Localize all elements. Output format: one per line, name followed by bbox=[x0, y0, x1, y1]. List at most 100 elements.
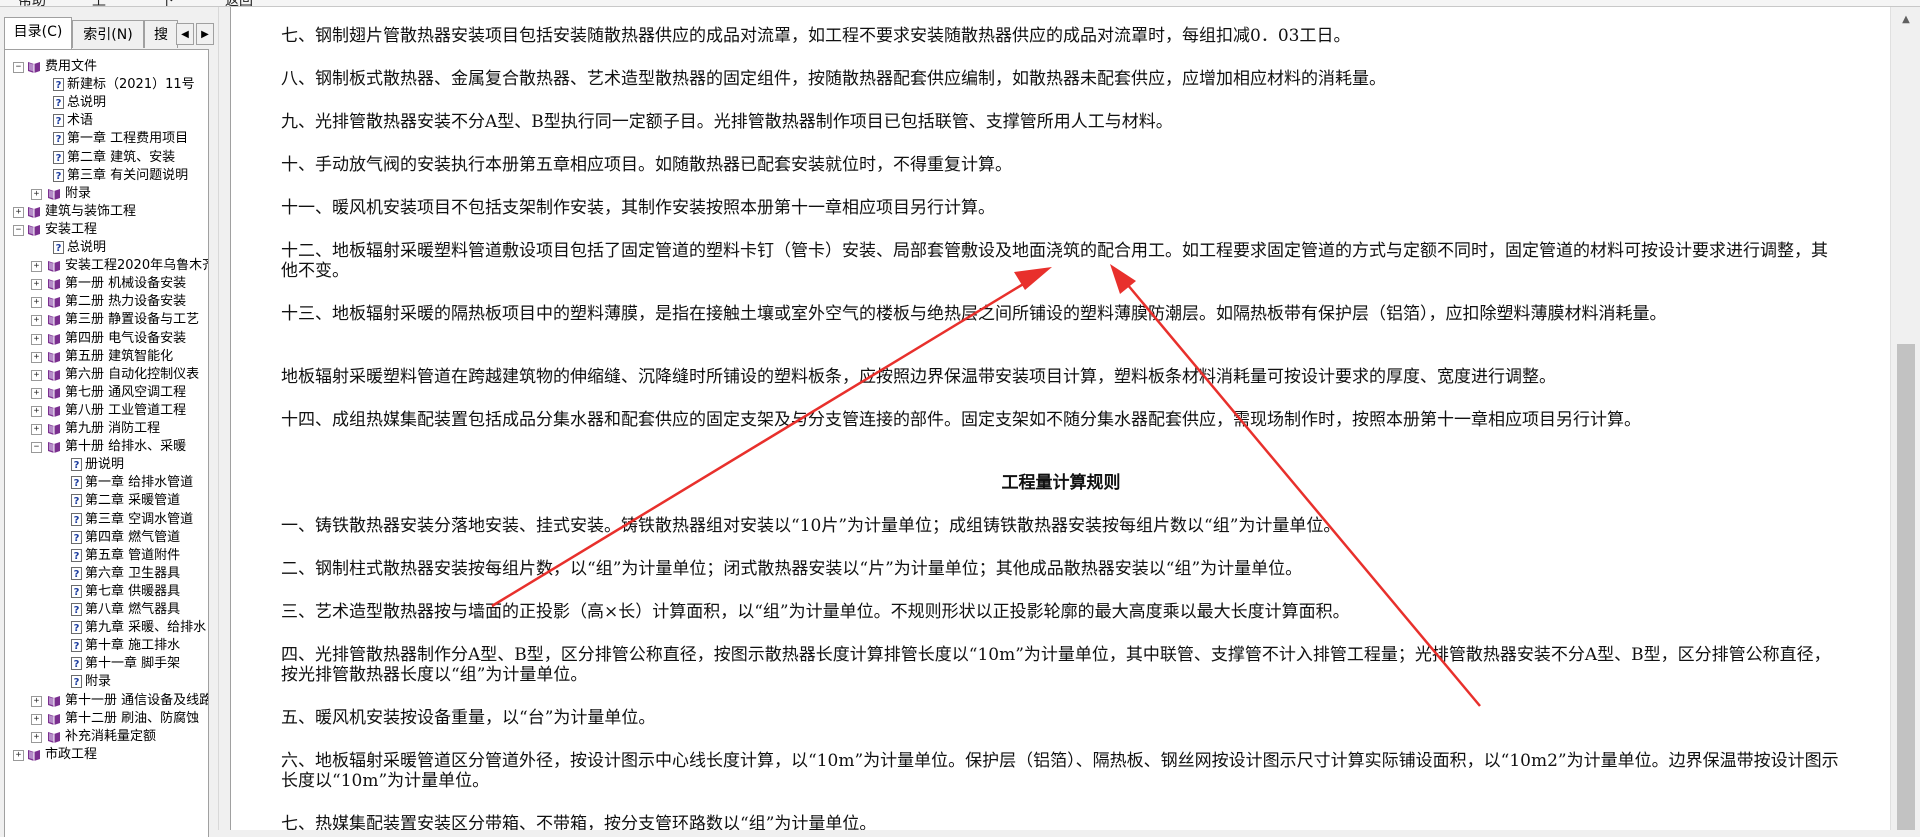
tree-item[interactable]: + 第八册 工业管道工程 bbox=[5, 402, 208, 420]
expand-icon[interactable]: + bbox=[31, 405, 42, 417]
tree-item[interactable]: + 附录 bbox=[5, 185, 208, 203]
tree-item[interactable]: ? 第三章 空调水管道 bbox=[5, 511, 208, 529]
tree-item[interactable]: − 费用文件 bbox=[5, 58, 208, 76]
tree-item-label: 第五册 建筑智能化 bbox=[65, 348, 174, 364]
vertical-scrollbar[interactable]: ▲ bbox=[1890, 7, 1920, 830]
book-icon bbox=[47, 404, 61, 417]
tree-item[interactable]: ? 册说明 bbox=[5, 456, 208, 474]
tree-item[interactable]: ? 第四章 燃气管道 bbox=[5, 529, 208, 547]
tree-item[interactable]: ? 第十章 施工排水 bbox=[5, 637, 208, 655]
scrollbar-thumb[interactable] bbox=[1897, 344, 1915, 830]
paragraph: 七、钢制翅片管散热器安装项目包括安装随散热器供应的成品对流罩，如工程不要求安装随… bbox=[281, 26, 1351, 46]
book-icon bbox=[27, 223, 41, 236]
tree-item-label: 第四册 电气设备安装 bbox=[65, 330, 187, 346]
tree-item[interactable]: ? 第八章 燃气器具 bbox=[5, 601, 208, 619]
tree-item[interactable]: − 安装工程 bbox=[5, 221, 208, 239]
menu-item-back[interactable]: 返回 bbox=[225, 0, 253, 6]
scroll-up-arrow-icon[interactable]: ▲ bbox=[1891, 7, 1920, 33]
help-topic-icon: ? bbox=[53, 168, 64, 182]
tree-item[interactable]: ? 第三章 有关问题说明 bbox=[5, 167, 208, 185]
contents-tree: − 费用文件? 新建标（2021）11号? 总说明? 术语? 第一章 工程费用项目? 第二章… bbox=[4, 49, 209, 837]
tree-item[interactable]: + 第二册 热力设备安装 bbox=[5, 293, 208, 311]
tree-item[interactable]: + 补充消耗量定额 bbox=[5, 728, 208, 746]
tree-item-label: 第二章 采暖管道 bbox=[85, 493, 181, 509]
tree-item[interactable]: ? 第六章 卫生器具 bbox=[5, 565, 208, 583]
expand-icon[interactable]: + bbox=[31, 424, 42, 435]
expand-icon[interactable]: + bbox=[31, 333, 42, 345]
tree-item[interactable]: + 第七册 通风空调工程 bbox=[5, 384, 208, 402]
tree-item[interactable]: + 第三册 静置设备与工艺 bbox=[5, 311, 208, 329]
book-icon bbox=[47, 313, 61, 327]
expand-icon[interactable]: + bbox=[13, 749, 24, 761]
expand-icon[interactable]: + bbox=[31, 731, 42, 743]
tree-item[interactable]: ? 第五章 管道附件 bbox=[5, 547, 208, 565]
tree-item[interactable]: + 安装工程2020年乌鲁木齐 bbox=[5, 257, 208, 275]
tree-item[interactable]: ? 第一章 工程费用项目 bbox=[5, 130, 208, 148]
tree-item-label: 补充消耗量定额 bbox=[65, 728, 157, 744]
expand-icon[interactable]: + bbox=[13, 206, 24, 218]
tree-item[interactable]: + 市政工程 bbox=[5, 746, 208, 764]
paragraph: 十一、暖风机安装项目不包括支架制作安装，其制作安装按照本册第十一章相应项目另行计… bbox=[281, 198, 995, 218]
tree-item[interactable]: ? 附录 bbox=[5, 673, 208, 691]
tree-item-label: 市政工程 bbox=[45, 746, 98, 762]
tree-item[interactable]: ? 第十一章 脚手架 bbox=[5, 655, 208, 673]
expand-icon[interactable]: + bbox=[31, 315, 42, 327]
paragraph: 五、暖风机安装按设备重量，以“台”为计量单位。 bbox=[281, 708, 656, 728]
tree-item[interactable]: + 第九册 消防工程 bbox=[5, 420, 208, 438]
tree-item[interactable]: + 第十一册 通信设备及线路 bbox=[5, 692, 208, 710]
tree-item-label: 第十章 施工排水 bbox=[85, 638, 181, 654]
help-topic-icon: ? bbox=[53, 132, 64, 146]
tree-item[interactable]: ? 总说明 bbox=[5, 94, 208, 112]
help-topic-icon: ? bbox=[71, 603, 82, 616]
expand-icon[interactable]: + bbox=[31, 713, 42, 725]
book-icon bbox=[47, 187, 61, 200]
tab-contents[interactable]: 目录(C) bbox=[4, 17, 72, 49]
tree-item[interactable]: + 第十二册 刷油、防腐蚀 bbox=[5, 710, 208, 728]
tree-item[interactable]: ? 第九章 采暖、给排水 bbox=[5, 619, 208, 637]
tree-item[interactable]: ? 术语 bbox=[5, 112, 208, 130]
collapse-icon[interactable]: − bbox=[31, 442, 42, 454]
tab-scroll-right-icon[interactable]: ▶ bbox=[196, 23, 214, 45]
tree-item[interactable]: + 第五册 建筑智能化 bbox=[5, 348, 208, 366]
help-topic-icon: ? bbox=[71, 566, 82, 580]
tree-item[interactable]: ? 第一章 给排水管道 bbox=[5, 474, 208, 492]
book-icon bbox=[47, 295, 61, 309]
menu-item-prev[interactable]: 上一 bbox=[92, 0, 120, 6]
tab-search[interactable]: 搜 bbox=[144, 20, 178, 48]
expand-icon[interactable]: + bbox=[31, 387, 42, 399]
tree-item[interactable]: + 第六册 自动化控制仪表 bbox=[5, 366, 208, 384]
expand-icon[interactable]: + bbox=[31, 261, 42, 273]
tree-item-label: 第八册 工业管道工程 bbox=[65, 402, 187, 418]
tree-item[interactable]: ? 第二章 采暖管道 bbox=[5, 492, 208, 510]
tab-index[interactable]: 索引(N) bbox=[72, 20, 144, 48]
paragraph: 七、热媒集配装置安装区分带箱、不带箱，按分支管环路数以“组”为计量单位。 bbox=[281, 814, 877, 830]
tree-item-label: 第一章 工程费用项目 bbox=[67, 131, 189, 147]
expand-icon[interactable]: + bbox=[31, 188, 42, 200]
tree-item[interactable]: ? 新建标（2021）11号 bbox=[5, 76, 208, 94]
expand-icon[interactable]: + bbox=[31, 279, 42, 291]
expand-icon[interactable]: + bbox=[31, 695, 42, 707]
tree-item[interactable]: ? 第七章 供暖器具 bbox=[5, 583, 208, 601]
tree-item-label: 第七册 通风空调工程 bbox=[65, 384, 187, 400]
collapse-icon[interactable]: − bbox=[13, 224, 24, 236]
tree-item[interactable]: ? 第二章 建筑、安装 bbox=[5, 149, 208, 167]
menu-item-next[interactable]: 下一 bbox=[160, 0, 188, 6]
expand-icon[interactable]: + bbox=[31, 297, 42, 309]
tree-item[interactable]: + 建筑与装饰工程 bbox=[5, 203, 208, 221]
help-topic-icon: ? bbox=[71, 512, 82, 526]
tree-item[interactable]: + 第一册 机械设备安装 bbox=[5, 275, 208, 293]
tree-item-label: 第六章 卫生器具 bbox=[85, 565, 181, 581]
tab-scroll-left-icon[interactable]: ◀ bbox=[176, 23, 194, 45]
tree-item-label: 第十册 给排水、采暖 bbox=[65, 439, 187, 455]
navigation-pane: 目录(C) 索引(N) 搜 ◀ ▶ − 费用文件? 新建标（2021）11号? 总说明… bbox=[0, 7, 218, 837]
expand-icon[interactable]: + bbox=[31, 369, 42, 381]
tree-item[interactable]: ? 总说明 bbox=[5, 239, 208, 257]
tree-item-label: 第九册 消防工程 bbox=[65, 421, 161, 436]
expand-icon[interactable]: + bbox=[31, 351, 42, 363]
tree-item[interactable]: + 第四册 电气设备安装 bbox=[5, 330, 208, 348]
paragraph: 六、地板辐射采暖管道区分管道外径，按设计图示中心线长度计算，以“10m”为计量单… bbox=[281, 751, 1839, 791]
menu-item-help[interactable]: 帮助 bbox=[18, 0, 46, 6]
tree-item-label: 建筑与装饰工程 bbox=[45, 203, 137, 219]
collapse-icon[interactable]: − bbox=[13, 62, 24, 73]
tree-item[interactable]: − 第十册 给排水、采暖 bbox=[5, 438, 208, 456]
